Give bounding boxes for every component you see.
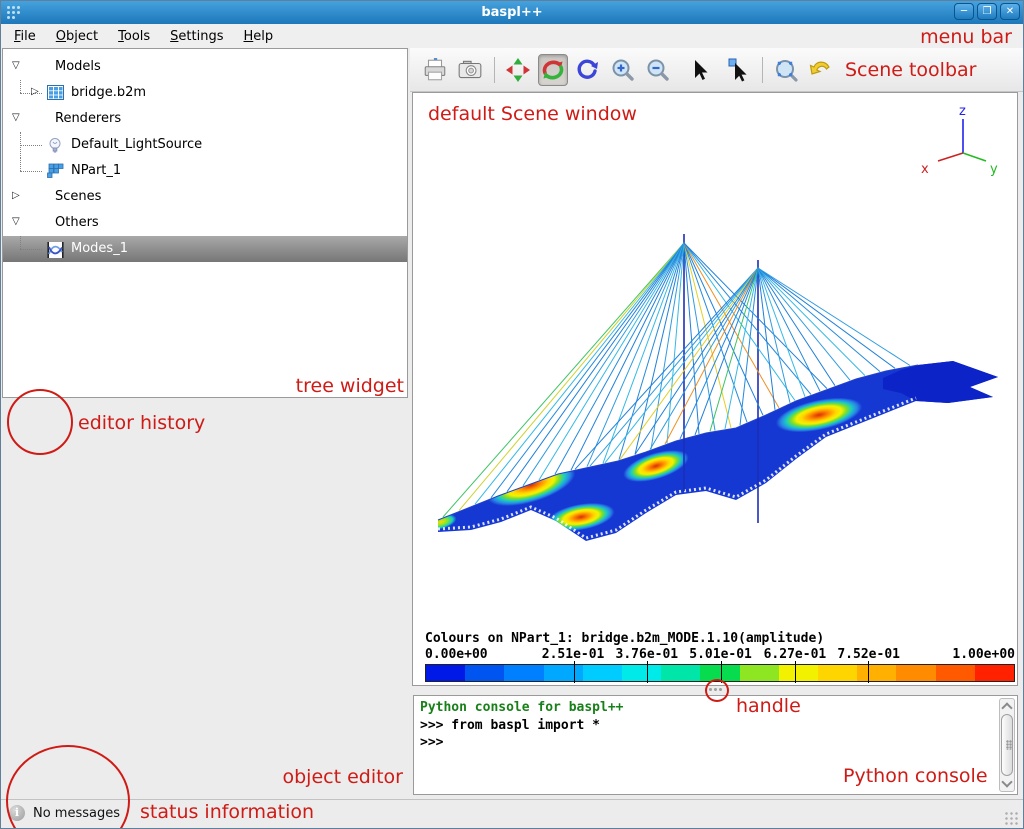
tree-item-label: Modes_1 [71,241,128,256]
tree-item-label: bridge.b2m [71,85,146,100]
toolbar-separator [494,57,495,83]
tree-item-modes_1[interactable]: Modes_1 [3,236,407,262]
tree-widget[interactable]: ▽ Models ▷ bridge.b2m ▽ Renderers Default_Ligh… [2,48,408,398]
scroll-down-icon[interactable] [1001,776,1012,787]
console-line: Python console for baspl++ [420,699,1011,717]
menu-item-settings[interactable]: Settings [160,26,233,47]
console-line: >>> from baspl import * [420,717,1011,735]
colorbar-gradient [425,664,1015,682]
tree-item-renderers[interactable]: ▽ Renderers [3,106,407,132]
scrollbar-thumb[interactable] [1001,714,1013,776]
menu-bar: FileObjectToolsSettingsHelp [0,24,1024,48]
minimize-button[interactable]: ─ [954,3,974,20]
zoom-out-icon [645,57,671,83]
window-title: baspl++ [0,5,1024,20]
tree-item-label: NPart_1 [71,163,121,178]
info-icon: i [9,805,25,821]
modes-wave-icon [47,241,64,258]
axis-triad: z x y [921,104,998,177]
rotate-tool-button[interactable] [538,54,568,86]
close-button[interactable]: ✕ [1000,3,1020,20]
status-bar: i No messages [0,799,1024,829]
zoom-in-icon [610,57,636,83]
object-editor: Edit object of class Modes and ID Modes_… [2,398,408,799]
model-grid-icon [47,85,64,102]
maximize-button[interactable]: ❐ [977,3,997,20]
tree-item-label: Models [55,59,101,74]
scene-toolbar [410,48,1024,92]
pointer-tool-button[interactable] [684,54,714,86]
tree-item-label: Scenes [55,189,101,204]
npart-grid-icon [47,163,64,180]
scene-window[interactable]: z x y Colours on NPart_1: bridge.b2m_MOD… [412,92,1018,686]
expander-icon[interactable]: ▽ [12,216,20,227]
svg-text:z: z [959,104,966,119]
colorbar-title: Colours on NPart_1: bridge.b2m_MODE.1.10… [425,631,1015,646]
menu-item-tools[interactable]: Tools [108,26,160,47]
pan-tool-button[interactable] [503,54,533,86]
zoom-fit-icon [772,56,800,84]
bridge-3d-view: z x y [413,93,1017,685]
zoom-in-button[interactable] [608,54,638,86]
print-icon [422,57,448,83]
scroll-up-icon[interactable] [1001,702,1012,713]
console-line: >>> [420,734,1011,752]
expander-icon[interactable]: ▽ [12,112,20,123]
undo-button[interactable] [806,54,836,86]
spin-icon [575,57,601,83]
expander-icon[interactable]: ▽ [12,60,20,71]
rotate-icon [540,57,566,83]
colorbar-tick-labels: 0.00e+002.51e-013.76e-015.01e-016.27e-01… [425,647,1015,662]
tree-item-npart_1[interactable]: NPart_1 [3,158,407,184]
tree-item-label: Default_LightSource [71,137,202,152]
lightbulb-icon [47,137,64,154]
resize-grip[interactable] [1004,811,1018,825]
status-message: No messages [33,806,120,821]
toolbar-separator [762,57,763,83]
spin-tool-button[interactable] [573,54,603,86]
title-bar: baspl++ ─ ❐ ✕ [0,0,1024,24]
expander-icon[interactable]: ▷ [31,86,39,97]
tree-item-default_lightsource[interactable]: Default_LightSource [3,132,407,158]
pick-icon [725,57,751,83]
zoom-fit-button[interactable] [771,54,801,86]
svg-text:y: y [990,162,998,177]
pan-icon [505,57,531,83]
console-scrollbar[interactable] [999,698,1015,792]
pointer-icon [686,57,712,83]
zoom-out-button[interactable] [643,54,673,86]
menu-item-help[interactable]: Help [234,26,284,47]
pick-tool-button[interactable] [723,54,753,86]
undo-icon [808,57,834,83]
colorbar: Colours on NPart_1: bridge.b2m_MODE.1.10… [425,631,1015,682]
expander-icon[interactable]: ▷ [12,190,20,201]
svg-text:x: x [921,162,929,177]
tree-item-bridge.b2m[interactable]: ▷ bridge.b2m [3,80,407,106]
tree-item-others[interactable]: ▽ Others [3,210,407,236]
tree-item-label: Others [55,215,99,230]
snapshot-icon [457,57,483,83]
tree-item-label: Renderers [55,111,121,126]
menu-item-file[interactable]: File [4,26,46,47]
snapshot-button[interactable] [455,54,485,86]
menu-item-object[interactable]: Object [46,26,108,47]
python-console[interactable]: Python console for baspl++>>> from baspl… [413,695,1018,795]
tree-item-models[interactable]: ▽ Models [3,54,407,80]
tree-item-scenes[interactable]: ▷ Scenes [3,184,407,210]
splitter-handle[interactable] [709,688,725,692]
print-button[interactable] [420,54,450,86]
